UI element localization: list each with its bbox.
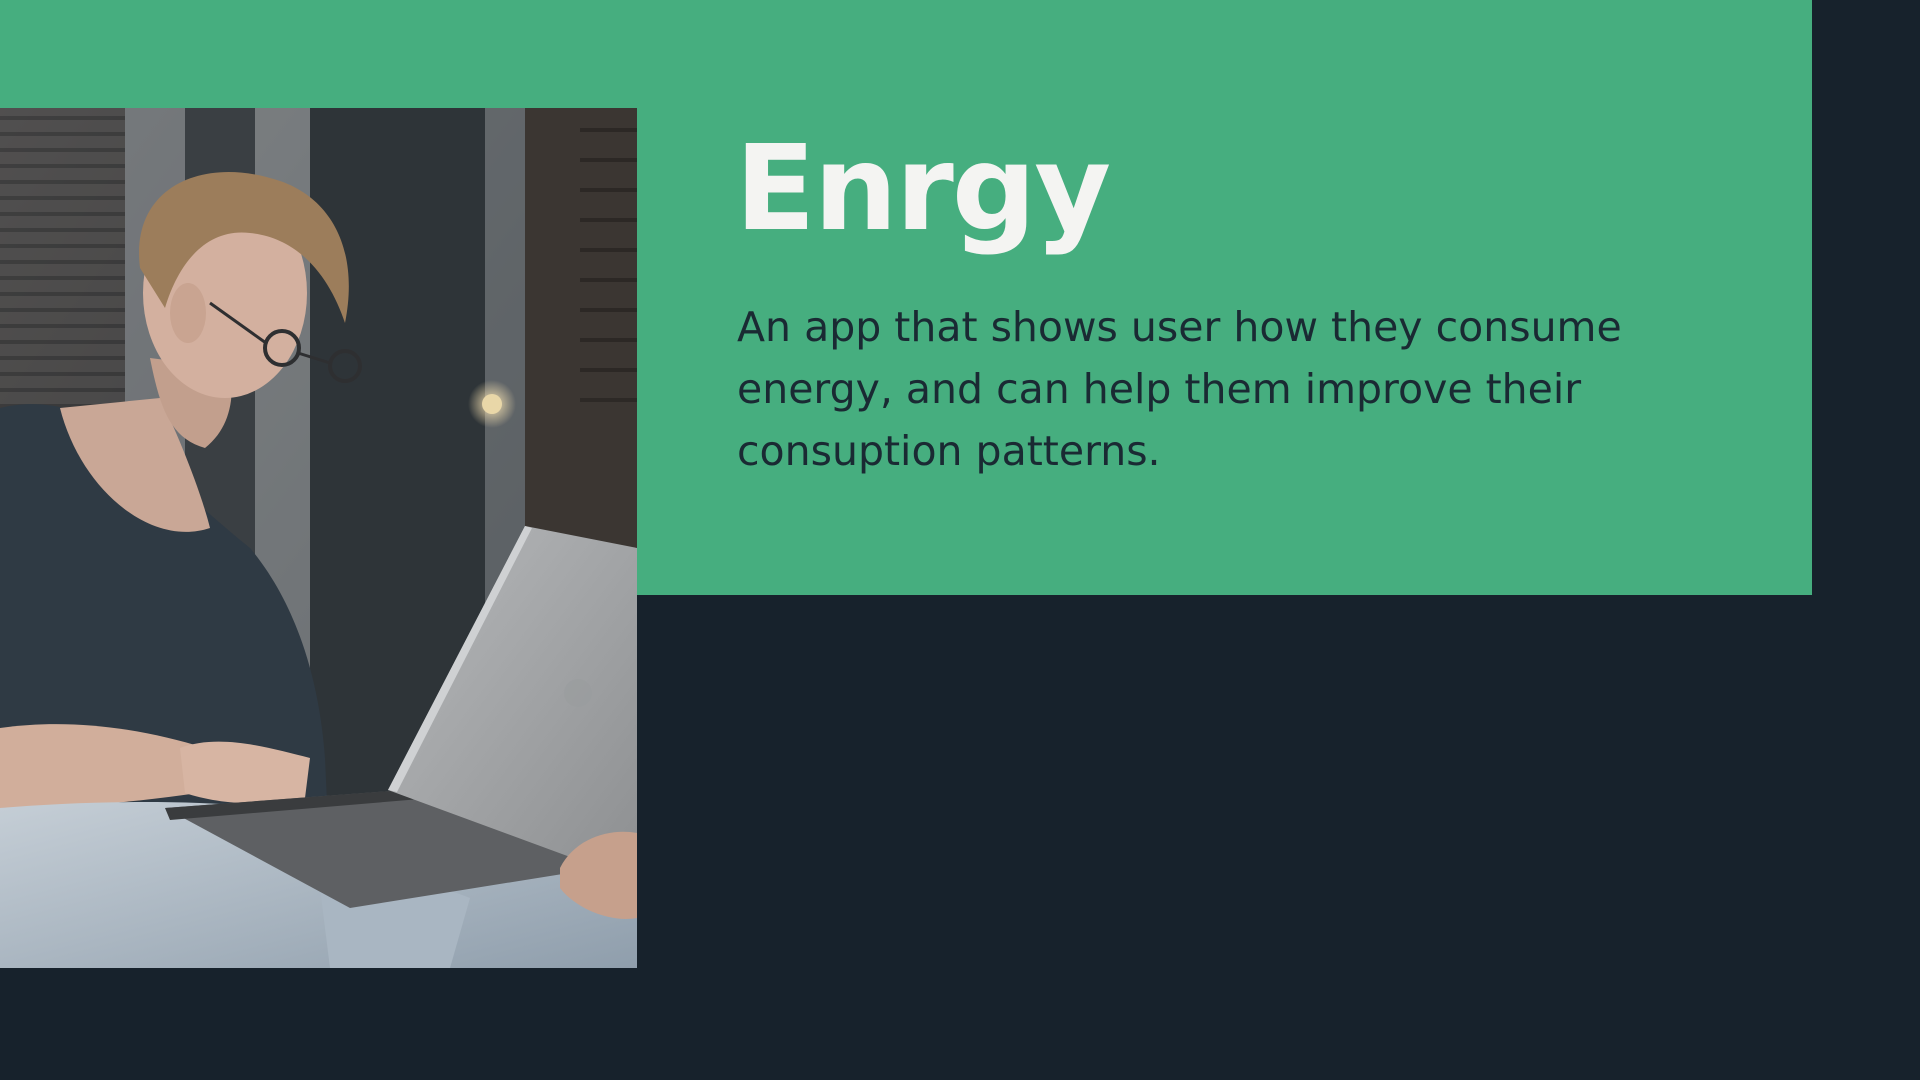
presentation-slide: Enrgy An app that shows user how they co… [0,0,1920,1080]
slide-title: Enrgy [735,119,1111,257]
photo-illustration [0,108,637,968]
person-using-laptop-photo [0,108,637,968]
slide-description: An app that shows user how they consume … [737,303,1622,475]
